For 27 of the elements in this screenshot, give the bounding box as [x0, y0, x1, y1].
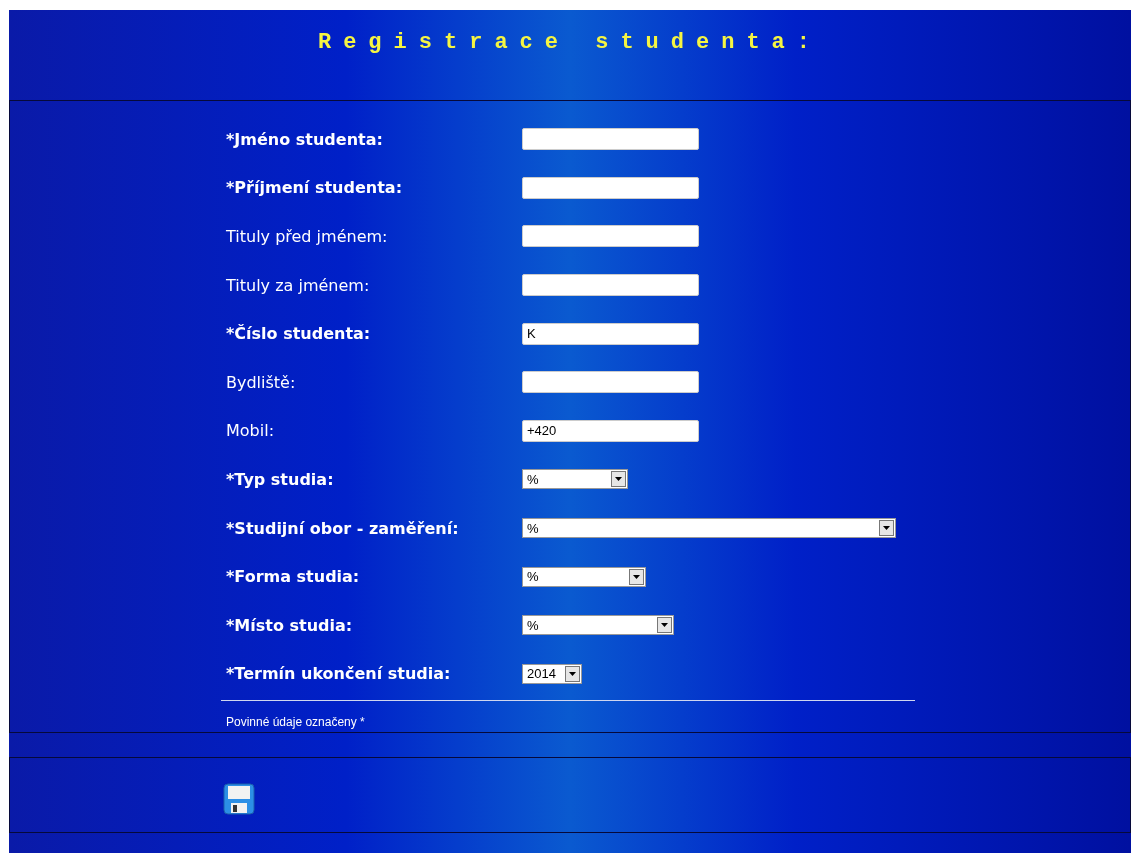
field-label: *Termín ukončení studia: [226, 664, 452, 684]
field-label: *Místo studia: [226, 615, 354, 635]
field-label: *Typ studia: [226, 469, 335, 489]
field-label: *Jméno studenta: [226, 129, 384, 149]
dropdown[interactable]: % [522, 566, 646, 587]
input-field[interactable] [522, 128, 699, 151]
field-label: Mobil: [226, 421, 276, 441]
field-label: *Studijní obor - zaměření: [226, 518, 460, 538]
input-field[interactable] [522, 274, 699, 297]
field-label: Tituly za jménem: [226, 275, 371, 295]
field-label: Tituly před jménem: [226, 227, 389, 246]
field-label: *Příjmení studenta: [226, 178, 404, 198]
required-note: Povinné údaje označeny * [226, 715, 365, 730]
dropdown[interactable]: % [522, 469, 628, 490]
dropdown[interactable]: % [522, 518, 896, 539]
page-title: Registrace studenta: [316, 30, 823, 57]
dropdown[interactable]: % [522, 615, 674, 636]
dropdown[interactable]: 2014 [522, 663, 582, 684]
field-label: *Forma studia: [226, 567, 361, 587]
input-field[interactable] [522, 176, 699, 199]
input-field[interactable] [522, 225, 699, 248]
input-field[interactable]: K [522, 322, 699, 345]
field-label: Bydliště: [226, 372, 297, 392]
field-label: *Číslo studenta: [226, 324, 372, 344]
input-field[interactable] [522, 371, 699, 394]
input-field[interactable]: +420 [522, 419, 699, 442]
save-icon[interactable] [223, 783, 255, 815]
